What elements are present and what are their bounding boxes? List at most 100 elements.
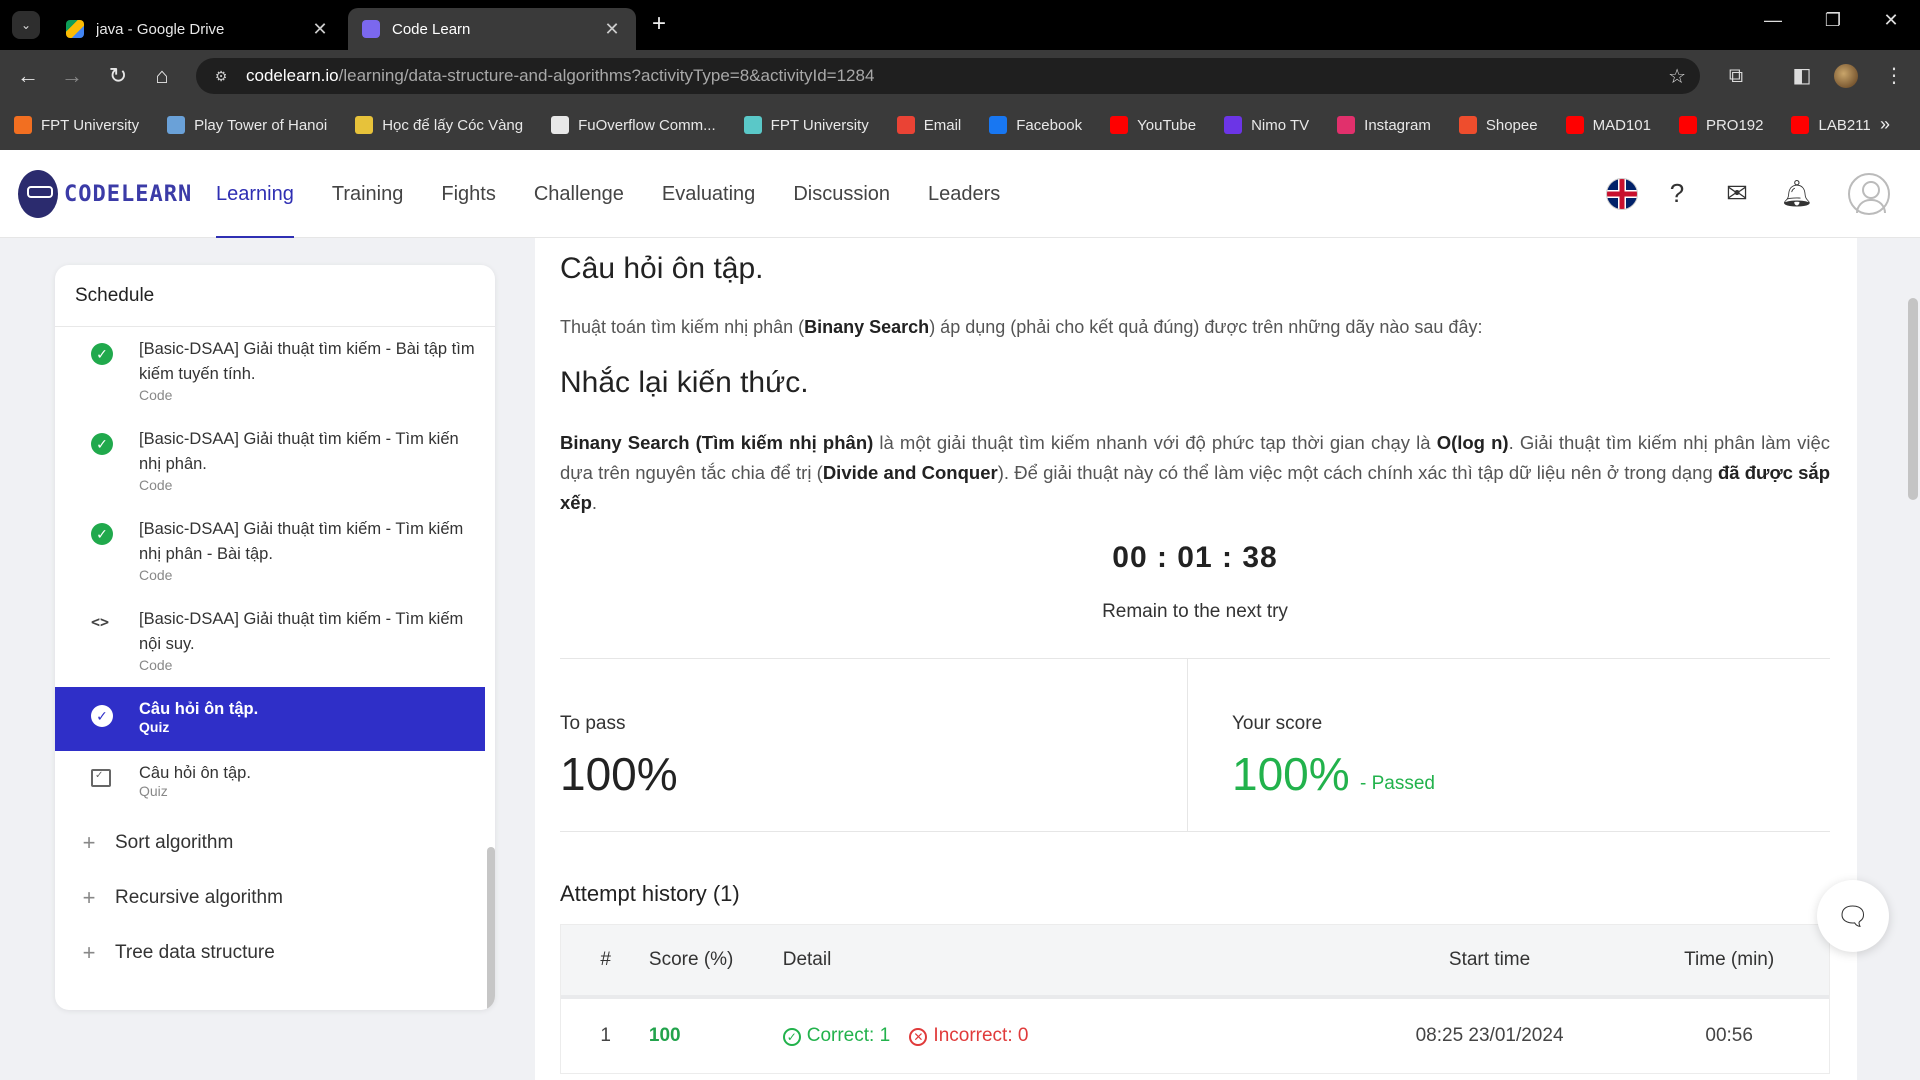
forward-icon[interactable]: → [58, 62, 86, 90]
schedule-item-name: Câu hỏi ôn tập. [139, 700, 259, 718]
bookmark-item[interactable]: FPT University [743, 116, 869, 134]
section-tree-data-structure[interactable]: + Tree data structure [55, 925, 495, 980]
restore-icon[interactable]: ❐ [1818, 10, 1848, 31]
schedule-item-name: [Basic-DSAA] Giải thuật tìm kiếm - Tìm k… [139, 520, 464, 563]
bookmark-favicon-icon [743, 116, 762, 134]
bookmark-item[interactable]: Shopee [1458, 116, 1538, 134]
new-tab-button[interactable]: + [652, 12, 666, 36]
nav-discussion[interactable]: Discussion [793, 150, 890, 238]
bookmark-label: Facebook [1016, 116, 1083, 134]
bookmark-item[interactable]: Nimo TV [1224, 116, 1309, 134]
logo-mascot-icon [18, 170, 58, 218]
row-num: 1 [600, 1025, 611, 1046]
bookmark-item[interactable]: Play Tower of Hanoi [167, 116, 327, 134]
schedule-item[interactable]: ✓ [Basic-DSAA] Giải thuật tìm kiếm - Tìm… [55, 507, 495, 597]
nav-challenge[interactable]: Challenge [534, 150, 624, 238]
sidebar-title: Schedule [55, 265, 495, 327]
bookmark-item[interactable]: FPT University [14, 116, 139, 134]
bookmark-favicon-icon [1791, 116, 1810, 134]
recall-paragraph: Binany Search (Tìm kiếm nhị phân) là một… [560, 432, 1830, 513]
section-recursive-algorithm[interactable]: + Recursive algorithm [55, 870, 495, 925]
schedule-item[interactable]: Câu hỏi ôn tập. Quiz [55, 751, 495, 815]
page-scrollbar[interactable] [1908, 298, 1918, 500]
extensions-icon[interactable]: ⧉ [1722, 62, 1750, 90]
schedule-item-type: Code [139, 387, 173, 403]
bookmark-favicon-icon [1565, 116, 1584, 134]
reload-icon[interactable]: ↻ [104, 62, 132, 90]
your-score-value: 100% [1232, 748, 1350, 800]
bookmark-item[interactable]: FuOverflow Comm... [551, 116, 716, 134]
attempt-history-table: # Score (%) Detail Start time Time (min)… [560, 924, 1830, 1074]
schedule-item[interactable]: ✓ [Basic-DSAA] Giải thuật tìm kiếm - Bài… [55, 327, 495, 417]
schedule-item-name: [Basic-DSAA] Giải thuật tìm kiếm - Tìm k… [139, 610, 464, 653]
tab-search-button[interactable]: ⌄ [12, 11, 40, 39]
address-bar[interactable]: ⚙ codelearn.io /learning/data-structure-… [196, 58, 1700, 94]
help-icon[interactable]: ? [1660, 176, 1694, 210]
bookmark-label: Học để lấy Cóc Vàng [382, 116, 524, 134]
tab-google-drive[interactable]: java - Google Drive ✕ [52, 8, 344, 50]
expand-plus-icon: + [82, 939, 96, 965]
bookmark-item[interactable]: YouTube [1110, 116, 1196, 134]
codelearn-logo[interactable]: CODELEARN [18, 170, 192, 218]
bookmark-label: Play Tower of Hanoi [194, 116, 328, 134]
section-sort-algorithm[interactable]: + Sort algorithm [55, 815, 495, 870]
minimize-icon[interactable]: — [1758, 10, 1788, 31]
bookmark-favicon-icon [14, 116, 32, 134]
schedule-item[interactable]: <> [Basic-DSAA] Giải thuật tìm kiếm - Tì… [55, 597, 495, 687]
nav-evaluating[interactable]: Evaluating [662, 150, 755, 238]
schedule-item[interactable]: ✓ [Basic-DSAA] Giải thuật tìm kiếm - Tìm… [55, 417, 495, 507]
close-icon[interactable]: ✕ [602, 19, 622, 40]
window-close-icon[interactable]: ✕ [1876, 10, 1906, 31]
menu-kebab-icon[interactable]: ⋮ [1880, 62, 1908, 90]
table-row[interactable]: 1 100 ✓ Correct: 1 ✕ Incorrect: 0 08:25 23… [561, 999, 1829, 1073]
bookmark-item[interactable]: Instagram [1337, 116, 1431, 134]
more-bookmarks-icon[interactable]: » [1880, 114, 1890, 135]
codelearn-favicon-icon [362, 20, 380, 38]
nav-leaders[interactable]: Leaders [928, 150, 1000, 238]
bookmark-favicon-icon [989, 116, 1008, 134]
bookmark-label: Instagram [1364, 116, 1431, 134]
bookmark-favicon-icon [1110, 116, 1129, 134]
home-icon[interactable]: ⌂ [148, 62, 176, 90]
nav-training[interactable]: Training [332, 150, 404, 238]
bookmark-favicon-icon [1224, 116, 1243, 134]
bookmark-favicon-icon [355, 116, 374, 134]
tab-code-learn[interactable]: Code Learn ✕ [348, 8, 636, 50]
bookmark-item[interactable]: LAB211 [1791, 116, 1871, 134]
bookmark-label: FPT University [770, 116, 869, 134]
url-host: codelearn.io [246, 66, 339, 85]
check-circle-icon: ✓ [91, 705, 113, 727]
bookmark-item[interactable]: Email [896, 116, 961, 134]
bookmark-item[interactable]: Học để lấy Cóc Vàng [355, 116, 523, 134]
messages-icon[interactable]: ✉ [1720, 176, 1754, 210]
notification-bell-icon[interactable]: 🔔︎ [1780, 176, 1814, 210]
site-info-icon[interactable]: ⚙ [210, 65, 232, 87]
bookmark-item[interactable]: MAD101 [1565, 116, 1651, 134]
check-circle-icon: ✓ [91, 343, 113, 365]
close-icon[interactable]: ✕ [310, 19, 330, 40]
side-panel-icon[interactable]: ◧ [1788, 62, 1816, 90]
bookmark-favicon-icon [1458, 116, 1477, 134]
bookmark-item[interactable]: Facebook [989, 116, 1082, 134]
your-score-label: Your score [1232, 713, 1323, 734]
col-header-time: Time (min) [1684, 949, 1775, 970]
bookmark-label: YouTube [1137, 116, 1197, 134]
bookmark-item[interactable]: PRO192 [1678, 116, 1763, 134]
schedule-list[interactable]: ✓ [Basic-DSAA] Giải thuật tìm kiếm - Bài… [55, 327, 495, 1010]
nav-fights[interactable]: Fights [441, 150, 495, 238]
language-flag-icon[interactable] [1606, 178, 1638, 210]
user-avatar-icon[interactable] [1848, 173, 1890, 215]
profile-avatar[interactable] [1834, 64, 1858, 88]
col-header-num: # [600, 949, 611, 970]
browser-toolbar: ← → ↻ ⌂ ⚙ codelearn.io /learning/data-st… [0, 50, 1920, 100]
nav-learning[interactable]: Learning [216, 150, 294, 238]
schedule-item-active[interactable]: ✓ Câu hỏi ôn tập. Quiz [55, 687, 485, 751]
chat-icon[interactable]: 🗨︎ [1817, 880, 1889, 952]
col-header-score: Score (%) [648, 949, 734, 970]
sidebar-scrollbar[interactable] [487, 847, 495, 1010]
bookmark-star-icon[interactable]: ☆ [1668, 64, 1686, 89]
schedule-item-name: [Basic-DSAA] Giải thuật tìm kiếm - Bài t… [139, 340, 475, 383]
tab-title: Code Learn [392, 20, 471, 38]
back-icon[interactable]: ← [14, 62, 42, 90]
retry-timer: 00 : 01 : 38 [1112, 541, 1278, 574]
